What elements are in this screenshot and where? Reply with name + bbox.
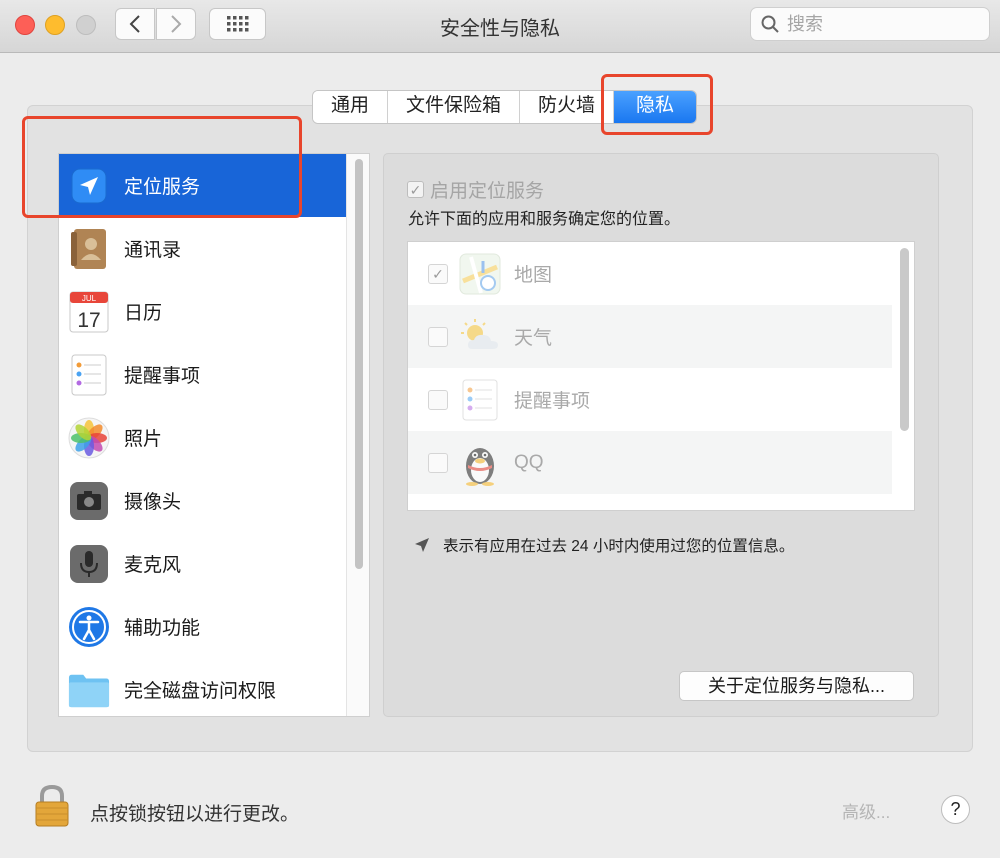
sidebar-item-full-disk-access[interactable]: 完全磁盘访问权限: [59, 658, 347, 716]
location-arrow-icon: [415, 538, 429, 552]
annotation-privacy-tab-highlight: [601, 74, 713, 135]
sidebar-item-reminders[interactable]: 提醒事项: [59, 343, 347, 406]
privacy-category-list[interactable]: 定位服务 通讯录 JUL 17 日历 提醒事项 照片 摄像头 麦克风 辅助功能 …: [58, 153, 370, 717]
help-button[interactable]: ?: [941, 795, 970, 824]
sidebar-item-label: 提醒事项: [124, 366, 201, 387]
lock-icon: [35, 784, 69, 827]
contacts-book-icon: [68, 228, 110, 270]
sidebar-item-label: 完全磁盘访问权限: [124, 681, 277, 702]
tab-filevault[interactable]: 文件保险箱: [388, 91, 521, 123]
app-row-reminders[interactable]: 提醒事项: [408, 368, 892, 431]
weather-icon: [458, 315, 502, 359]
calendar-icon: JUL 17: [68, 291, 110, 333]
reminders-icon: [458, 378, 502, 422]
app-label: QQ: [514, 451, 544, 473]
scrollbar-track[interactable]: [346, 154, 369, 716]
enable-location-label: 启用定位服务: [430, 181, 545, 202]
location-app-list[interactable]: ✓ 地图 天气 提醒事项 QQ: [407, 241, 915, 511]
app-label: 天气: [514, 328, 553, 349]
sidebar-item-photos[interactable]: 照片: [59, 406, 347, 469]
sidebar-item-label: 通讯录: [124, 240, 182, 261]
sidebar-item-calendar[interactable]: JUL 17 日历: [59, 280, 347, 343]
sidebar-item-label: 麦克风: [124, 555, 182, 576]
app-checkbox[interactable]: [428, 452, 448, 473]
enable-location-checkbox[interactable]: ✓ 启用定位服务: [407, 176, 544, 203]
sidebar-item-label: 辅助功能: [124, 618, 201, 639]
app-list-scrollbar-thumb[interactable]: [900, 248, 909, 431]
tab-general[interactable]: 通用: [313, 91, 389, 123]
app-row-maps[interactable]: ✓ 地图: [408, 242, 892, 305]
recent-location-note: 表示有应用在过去 24 小时内使用过您的位置信息。: [413, 534, 794, 556]
sidebar-item-microphone[interactable]: 麦克风: [59, 532, 347, 595]
app-label: 地图: [514, 265, 553, 286]
location-description: 允许下面的应用和服务确定您的位置。: [408, 211, 681, 228]
maps-icon: [458, 252, 502, 296]
app-checkbox[interactable]: [428, 326, 448, 347]
title-bar: 安全性与隐私: [0, 0, 1000, 53]
sidebar-item-accessibility[interactable]: 辅助功能: [59, 595, 347, 658]
app-checkbox[interactable]: ✓: [428, 263, 448, 284]
folder-icon: [68, 669, 110, 711]
sidebar-item-label: 日历: [124, 303, 163, 324]
advanced-button[interactable]: 高级...: [842, 798, 890, 823]
annotation-location-services-highlight: [22, 116, 302, 218]
checkbox-box[interactable]: ✓: [407, 181, 424, 198]
accessibility-icon: [68, 606, 110, 648]
tab-firewall[interactable]: 防火墙: [520, 91, 615, 123]
sidebar-item-camera[interactable]: 摄像头: [59, 469, 347, 532]
app-label: 提醒事项: [514, 391, 591, 412]
sidebar-item-label: 照片: [124, 429, 163, 450]
scrollbar-thumb[interactable]: [355, 159, 363, 569]
lock-instruction-text: 点按锁按钮以进行更改。: [90, 804, 300, 825]
qq-penguin-icon: [458, 441, 502, 486]
search-field[interactable]: [750, 7, 990, 41]
microphone-icon: [68, 543, 110, 585]
camera-icon: [68, 480, 110, 522]
calendar-day-text: 17: [77, 309, 100, 332]
search-input[interactable]: [785, 12, 969, 36]
app-checkbox[interactable]: [428, 389, 448, 410]
about-location-privacy-button[interactable]: 关于定位服务与隐私...: [679, 671, 914, 701]
calendar-month-text: JUL: [82, 294, 97, 303]
sidebar-item-contacts[interactable]: 通讯录: [59, 217, 347, 280]
app-row-qq[interactable]: QQ: [408, 431, 892, 494]
app-row-weather[interactable]: 天气: [408, 305, 892, 368]
lock-button[interactable]: [34, 784, 70, 832]
reminders-icon: [68, 354, 110, 396]
sidebar-item-label: 摄像头: [124, 492, 182, 513]
photos-icon: [68, 417, 110, 459]
search-icon: [761, 15, 779, 33]
note-text: 表示有应用在过去 24 小时内使用过您的位置信息。: [443, 538, 795, 555]
